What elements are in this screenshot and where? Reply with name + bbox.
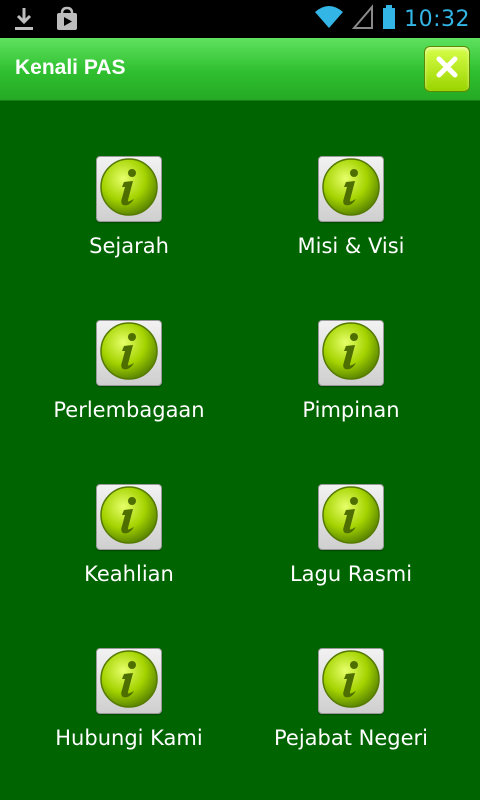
- menu-item-misi-visi[interactable]: Misi & Visi: [231, 100, 471, 264]
- status-clock: 10:32: [404, 6, 470, 32]
- menu-item-pimpinan[interactable]: Pimpinan: [231, 264, 471, 428]
- app-bar: Kenali PAS: [0, 38, 480, 101]
- info-icon: [99, 321, 159, 385]
- menu-icon-box: [96, 156, 162, 222]
- menu-item-label: Pimpinan: [302, 398, 400, 422]
- battery-icon: [382, 4, 396, 34]
- menu-item-sejarah[interactable]: Sejarah: [9, 100, 249, 264]
- info-icon: [99, 649, 159, 713]
- menu-grid: Sejarah Misi & Visi Perlembagaan Pimpina…: [0, 100, 480, 800]
- info-icon: [99, 485, 159, 549]
- info-icon: [321, 321, 381, 385]
- status-bar: 10:32: [0, 0, 480, 38]
- menu-item-pejabat-negeri[interactable]: Pejabat Negeri: [231, 592, 471, 756]
- menu-icon-box: [96, 648, 162, 714]
- menu-icon-box: [96, 484, 162, 550]
- play-store-icon: [54, 6, 80, 36]
- page-title: Kenali PAS: [15, 56, 126, 79]
- menu-icon-box: [318, 648, 384, 714]
- close-button[interactable]: [424, 46, 470, 92]
- signal-icon: [351, 4, 374, 34]
- menu-icon-box: [96, 320, 162, 386]
- menu-icon-box: [318, 484, 384, 550]
- menu-item-label: Perlembagaan: [53, 398, 205, 422]
- menu-item-keahlian[interactable]: Keahlian: [9, 428, 249, 592]
- menu-item-label: Misi & Visi: [297, 234, 405, 258]
- menu-icon-box: [318, 320, 384, 386]
- menu-icon-box: [318, 156, 384, 222]
- info-icon: [321, 649, 381, 713]
- menu-item-perlembagaan[interactable]: Perlembagaan: [9, 264, 249, 428]
- menu-item-label: Keahlian: [84, 562, 174, 586]
- menu-item-lagu-rasmi[interactable]: Lagu Rasmi: [231, 428, 471, 592]
- info-icon: [321, 157, 381, 221]
- info-icon: [99, 157, 159, 221]
- download-icon: [12, 6, 36, 36]
- menu-item-label: Sejarah: [89, 234, 169, 258]
- menu-item-hubungi-kami[interactable]: Hubungi Kami: [9, 592, 249, 756]
- wifi-icon: [314, 4, 344, 34]
- menu-item-label: Pejabat Negeri: [274, 726, 428, 750]
- menu-item-label: Hubungi Kami: [55, 726, 203, 750]
- menu-item-label: Lagu Rasmi: [289, 562, 413, 586]
- info-icon: [321, 485, 381, 549]
- close-icon: [435, 55, 459, 83]
